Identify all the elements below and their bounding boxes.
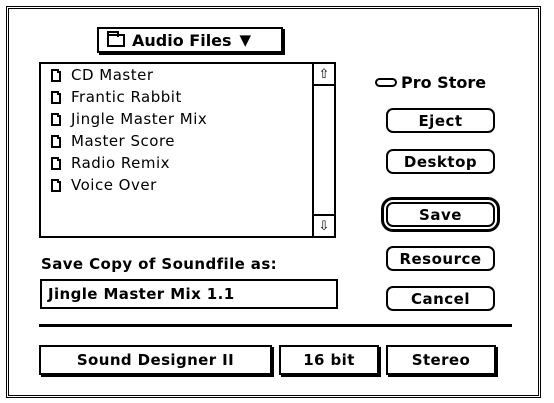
list-item[interactable]: Jingle Master Mix [41, 108, 312, 130]
document-icon [51, 156, 61, 170]
file-name: CD Master [71, 66, 154, 84]
document-icon [51, 90, 61, 104]
filename-input[interactable]: Jingle Master Mix 1.1 [40, 279, 338, 309]
channels-popup[interactable]: Stereo [386, 345, 496, 375]
bit-depth-popup[interactable]: 16 bit [279, 345, 379, 375]
scroll-down-arrow-icon[interactable]: ⇩ [314, 214, 334, 236]
scrollbar[interactable]: ⇧ ⇩ [312, 64, 334, 236]
disk-indicator: Pro Store [375, 73, 486, 92]
disk-icon [375, 78, 397, 87]
document-icon [51, 112, 61, 126]
list-item[interactable]: CD Master [41, 64, 312, 86]
divider [39, 324, 512, 327]
save-as-label: Save Copy of Soundfile as: [41, 255, 278, 273]
file-name: Radio Remix [71, 154, 171, 172]
disk-name: Pro Store [401, 73, 487, 92]
list-item[interactable]: Master Score [41, 130, 312, 152]
list-item[interactable]: Radio Remix [41, 152, 312, 174]
file-name: Frantic Rabbit [71, 88, 182, 106]
folder-popup-label: Audio Files [132, 30, 232, 50]
file-list[interactable]: CD Master Frantic Rabbit Jingle Master M… [39, 62, 336, 238]
eject-button[interactable]: Eject [386, 108, 495, 133]
file-list-items: CD Master Frantic Rabbit Jingle Master M… [41, 64, 312, 196]
chevron-down-icon: ▼ [239, 31, 252, 49]
list-item[interactable]: Voice Over [41, 174, 312, 196]
save-button[interactable]: Save [381, 197, 500, 232]
save-dialog: Audio Files ▼ CD Master Frantic Rabbit J… [6, 6, 541, 398]
file-name: Master Score [71, 132, 176, 150]
desktop-button[interactable]: Desktop [386, 149, 495, 174]
scroll-up-arrow-icon[interactable]: ⇧ [314, 64, 334, 86]
file-name: Jingle Master Mix [71, 110, 208, 128]
cancel-button[interactable]: Cancel [386, 286, 495, 311]
document-icon [51, 68, 61, 82]
list-item[interactable]: Frantic Rabbit [41, 86, 312, 108]
folder-popup-menu[interactable]: Audio Files ▼ [97, 27, 283, 53]
file-format-popup[interactable]: Sound Designer II [39, 345, 272, 375]
file-name: Voice Over [71, 176, 157, 194]
document-icon [51, 178, 61, 192]
folder-icon [107, 30, 125, 47]
resource-button[interactable]: Resource [386, 246, 495, 271]
document-icon [51, 134, 61, 148]
